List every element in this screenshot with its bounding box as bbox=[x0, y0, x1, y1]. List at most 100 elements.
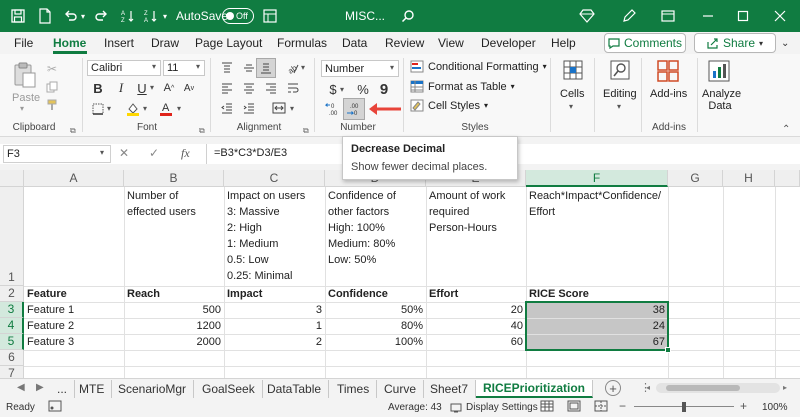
font-color-icon[interactable]: A bbox=[157, 99, 175, 117]
column-header-a[interactable]: A bbox=[24, 170, 124, 187]
currency-dropdown-icon[interactable]: ▾ bbox=[340, 85, 344, 94]
save-icon[interactable] bbox=[10, 8, 26, 24]
cell-e1[interactable]: Amount of work required Person-Hours bbox=[426, 188, 526, 236]
wrap-text-icon[interactable] bbox=[284, 80, 302, 96]
format-as-table-button[interactable]: Format as Table ▾ bbox=[410, 80, 515, 93]
table-cell-feature[interactable]: Feature 3 bbox=[24, 334, 124, 350]
zoom-in-icon[interactable]: + bbox=[740, 399, 747, 413]
column-header-g[interactable]: G bbox=[668, 170, 723, 187]
name-box[interactable]: F3 bbox=[3, 145, 111, 163]
merge-center-icon[interactable] bbox=[270, 100, 288, 116]
sheet-tab-times[interactable]: Times bbox=[330, 380, 378, 398]
undo-icon[interactable] bbox=[63, 8, 79, 24]
table-cell-confidence[interactable]: 50% bbox=[325, 302, 426, 318]
cell-b1[interactable]: Number of effected users bbox=[124, 188, 224, 220]
table-cell-effort[interactable]: 20 bbox=[426, 302, 526, 318]
page-layout-view-icon[interactable] bbox=[567, 400, 581, 412]
row-header-4[interactable]: 4 bbox=[0, 318, 24, 334]
row-header-5[interactable]: 5 bbox=[0, 334, 24, 350]
cell-c2[interactable]: Impact bbox=[224, 286, 325, 302]
zoom-out-icon[interactable]: − bbox=[619, 399, 626, 413]
cancel-entry-icon[interactable]: ✕ bbox=[119, 146, 129, 160]
fill-color-dropdown-icon[interactable]: ▾ bbox=[143, 104, 147, 113]
cell-styles-button[interactable]: Cell Styles ▾ bbox=[410, 99, 488, 112]
paste-dropdown-icon[interactable]: ▾ bbox=[20, 104, 24, 113]
tab-view[interactable]: View bbox=[438, 36, 464, 50]
new-file-icon[interactable] bbox=[37, 8, 53, 24]
page-break-view-icon[interactable] bbox=[594, 400, 608, 412]
add-sheet-icon[interactable]: + bbox=[605, 380, 621, 396]
borders-dropdown-icon[interactable]: ▾ bbox=[107, 104, 111, 113]
decrease-indent-icon[interactable] bbox=[218, 100, 236, 116]
zoom-slider-thumb[interactable] bbox=[682, 402, 686, 412]
currency-icon[interactable]: $ bbox=[325, 81, 341, 97]
borders-icon[interactable] bbox=[90, 101, 106, 117]
spreadsheet-grid[interactable]: A B C D E F G H 1 2 3 4 5 6 7 Number of … bbox=[0, 170, 800, 378]
row-header-3[interactable]: 3 bbox=[0, 302, 24, 318]
align-right-icon[interactable] bbox=[262, 80, 280, 96]
paste-label[interactable]: Paste bbox=[12, 92, 40, 104]
merge-dropdown-icon[interactable]: ▾ bbox=[290, 104, 294, 113]
addins-icon[interactable] bbox=[655, 58, 681, 84]
tab-help[interactable]: Help bbox=[551, 36, 576, 50]
tab-insert[interactable]: Insert bbox=[104, 36, 134, 50]
decrease-decimal-icon[interactable]: .00 0 bbox=[343, 98, 365, 120]
addins-button-label[interactable]: Add-ins bbox=[650, 88, 687, 100]
comma-style-icon[interactable]: 9 bbox=[375, 81, 393, 98]
cell-b2[interactable]: Reach bbox=[124, 286, 224, 302]
table-cell-impact[interactable]: 3 bbox=[224, 302, 325, 318]
copy-icon[interactable] bbox=[44, 80, 60, 94]
enter-entry-icon[interactable]: ✓ bbox=[149, 146, 159, 160]
fill-color-icon[interactable] bbox=[124, 100, 142, 118]
comments-button[interactable]: Comments bbox=[604, 33, 686, 53]
sheet-tab-mte[interactable]: MTE bbox=[72, 380, 113, 398]
percent-icon[interactable]: % bbox=[355, 81, 371, 97]
prev-sheet-icon[interactable]: ◀ bbox=[17, 382, 25, 393]
increase-font-icon[interactable]: A ^ bbox=[161, 80, 177, 96]
scroll-right-icon[interactable]: ▸ bbox=[783, 383, 787, 392]
cell-a2[interactable]: Feature bbox=[24, 286, 124, 302]
scroll-left-icon[interactable]: ◂ bbox=[646, 383, 650, 392]
increase-decimal-icon[interactable]: 0.00 bbox=[324, 100, 344, 118]
clipboard-launcher-icon[interactable]: ⧉ bbox=[70, 126, 76, 136]
normal-view-icon[interactable] bbox=[540, 400, 554, 412]
sheet-tab-sheet7[interactable]: Sheet7 bbox=[423, 380, 477, 398]
name-box-dropdown-icon[interactable]: ▾ bbox=[100, 148, 104, 157]
column-header-h[interactable]: H bbox=[723, 170, 775, 187]
cell-d2[interactable]: Confidence bbox=[325, 286, 426, 302]
document-title[interactable]: MISC... bbox=[345, 9, 385, 23]
font-name-dropdown-icon[interactable]: ▾ bbox=[152, 62, 156, 71]
diamond-icon[interactable] bbox=[579, 8, 595, 24]
sheet-tab-curve[interactable]: Curve bbox=[377, 380, 425, 398]
tab-draw[interactable]: Draw bbox=[151, 36, 179, 50]
paste-icon[interactable] bbox=[10, 60, 40, 90]
table-cell-impact[interactable]: 1 bbox=[224, 318, 325, 334]
analyze-data-button[interactable]: Analyze Data bbox=[702, 88, 741, 112]
editing-dropdown-icon[interactable]: ▾ bbox=[617, 102, 621, 111]
italic-icon[interactable]: I bbox=[113, 80, 129, 96]
select-all-corner[interactable] bbox=[0, 170, 24, 187]
ribbon-collapse-icon[interactable]: ⌃ bbox=[782, 124, 790, 135]
align-center-icon[interactable] bbox=[240, 80, 258, 96]
row-header-1[interactable]: 1 bbox=[0, 187, 24, 286]
bold-icon[interactable]: B bbox=[90, 80, 106, 96]
column-header-f[interactable]: F bbox=[526, 170, 668, 187]
share-button[interactable]: Share ▾ bbox=[694, 33, 776, 53]
orientation-icon[interactable]: ab bbox=[284, 60, 302, 76]
minimize-icon[interactable] bbox=[700, 8, 716, 24]
underline-dropdown-icon[interactable]: ▾ bbox=[150, 83, 154, 92]
table-cell-impact[interactable]: 2 bbox=[224, 334, 325, 350]
redo-icon[interactable] bbox=[93, 8, 109, 24]
row-header-7[interactable]: 7 bbox=[0, 366, 24, 378]
cell-d1[interactable]: Confidence of other factors High: 100% M… bbox=[325, 188, 426, 268]
column-header-c[interactable]: C bbox=[224, 170, 325, 187]
cell-e2[interactable]: Effort bbox=[426, 286, 526, 302]
sheet-tab-goalseek[interactable]: GoalSeek bbox=[195, 380, 263, 398]
fill-handle[interactable] bbox=[665, 347, 671, 353]
sheet-tab-scenariomgr[interactable]: ScenarioMgr bbox=[111, 380, 195, 398]
tab-data[interactable]: Data bbox=[342, 36, 367, 50]
display-settings-button[interactable]: Display Settings bbox=[450, 402, 538, 413]
row-header-6[interactable]: 6 bbox=[0, 350, 24, 366]
sheet-tab-riceprioritization[interactable]: RICEPrioritization bbox=[476, 380, 594, 398]
cells-dropdown-icon[interactable]: ▾ bbox=[569, 102, 573, 111]
